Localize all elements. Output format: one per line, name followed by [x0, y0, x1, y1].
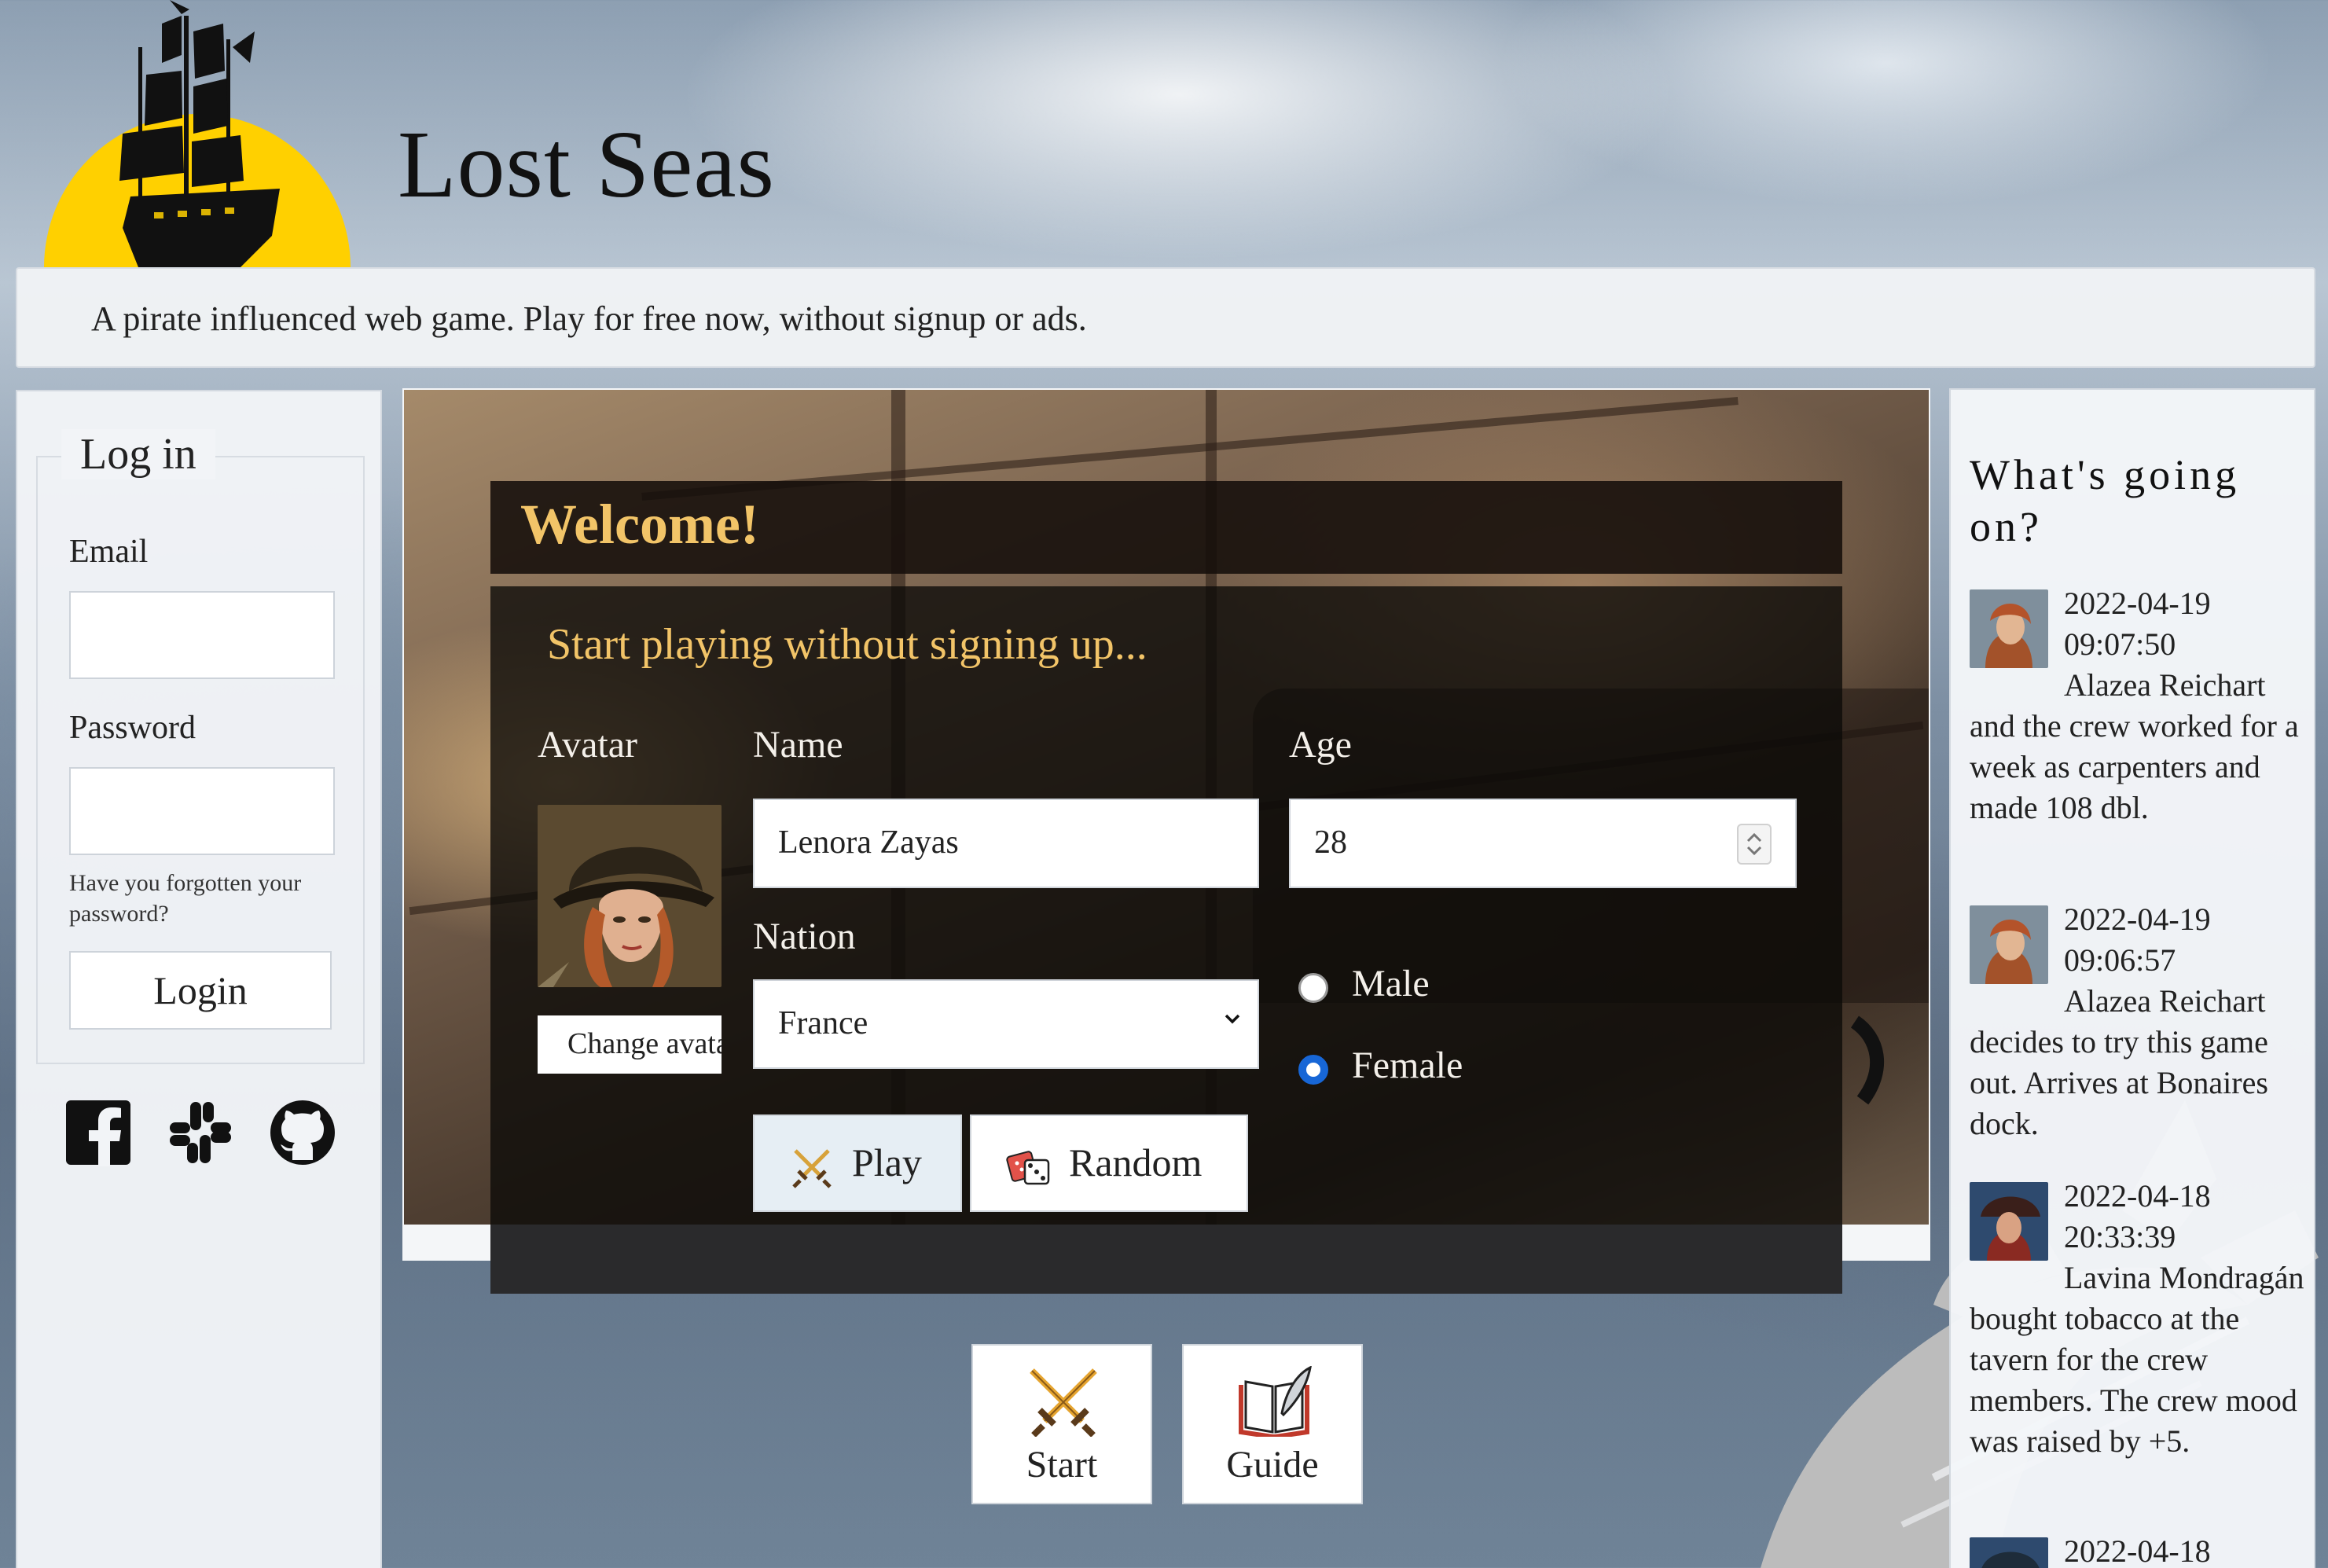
start-button[interactable]: Start — [971, 1344, 1152, 1504]
password-label: Password — [69, 710, 196, 746]
gender-male-label[interactable]: Male — [1352, 962, 1430, 1005]
gender-female-label[interactable]: Female — [1352, 1044, 1463, 1087]
news-text: Alazea Reichart decides to try this game… — [1970, 983, 2268, 1141]
play-button[interactable]: Play — [753, 1114, 962, 1212]
age-label: Age — [1289, 724, 1352, 766]
tagline: A pirate influenced web game. Play for f… — [91, 299, 1087, 338]
news-avatar — [1970, 1182, 2048, 1261]
avatar-image[interactable] — [538, 805, 722, 987]
login-panel: Log in Email Password Have you forgotten… — [16, 390, 382, 1568]
random-label: Random — [1069, 1140, 1203, 1184]
nation-label: Nation — [753, 916, 856, 957]
login-legend: Log in — [61, 429, 215, 479]
facebook-icon[interactable] — [64, 1099, 132, 1166]
guide-label: Guide — [1226, 1444, 1319, 1485]
slack-icon[interactable] — [167, 1099, 234, 1166]
nation-value: France — [778, 1005, 868, 1041]
form-heading: Start playing without signing up... — [547, 620, 1147, 669]
random-button[interactable]: Random — [970, 1114, 1248, 1212]
start-label: Start — [1026, 1444, 1098, 1485]
login-form: Log in Email Password Have you forgotten… — [36, 429, 365, 1064]
tagline-bar: A pirate influenced web game. Play for f… — [16, 267, 2315, 368]
age-field[interactable]: 28 — [1289, 799, 1797, 888]
news-item[interactable]: 2022-04-18 — [1970, 1531, 2308, 1568]
crossed-swords-icon — [1030, 1368, 1097, 1437]
news-title: What's going on? — [1970, 451, 2241, 550]
avatar-label: Avatar — [538, 724, 638, 766]
news-text: Lavina Mondragán bought tobacco at the t… — [1970, 1260, 2304, 1459]
welcome-title: Welcome! — [520, 493, 759, 556]
news-item[interactable]: 2022-04-18 20:33:39 Lavina Mondragán bou… — [1970, 1176, 2308, 1462]
email-field[interactable] — [69, 591, 335, 679]
forgot-password-link[interactable]: Have you forgotten your password? — [69, 868, 352, 929]
book-quill-icon — [1239, 1366, 1312, 1437]
site-header: Lost Seas — [0, 0, 2328, 267]
form-footer-bar — [490, 1225, 1842, 1294]
age-value: 28 — [1314, 824, 1347, 861]
quick-start-form: Start playing without signing up... Avat… — [490, 586, 1842, 1294]
news-avatar — [1970, 905, 2048, 984]
login-button[interactable]: Login — [69, 951, 332, 1030]
news-panel: What's going on? 2022-04-19 09:07:50 Ala… — [1949, 388, 2315, 1568]
welcome-banner: Welcome! — [490, 481, 1842, 574]
guide-button[interactable]: Guide — [1182, 1344, 1363, 1504]
name-field[interactable]: Lenora Zayas — [753, 799, 1259, 888]
news-item[interactable]: 2022-04-19 09:06:57 Alazea Reichart deci… — [1970, 899, 2308, 1144]
email-label: Email — [69, 534, 149, 570]
crossed-swords-icon — [792, 1149, 832, 1188]
chevron-down-icon — [1225, 1014, 1240, 1024]
name-label: Name — [753, 724, 843, 766]
password-field[interactable] — [69, 767, 335, 855]
age-spinner-icon[interactable] — [1737, 824, 1772, 865]
news-item[interactable]: 2022-04-19 09:07:50 Alazea Reichart and … — [1970, 583, 2308, 828]
change-avatar-button[interactable]: Change avatar — [538, 1015, 722, 1074]
news-avatar — [1970, 1537, 2048, 1568]
github-icon[interactable] — [269, 1099, 336, 1166]
news-text: Alazea Reichart and the crew worked for … — [1970, 667, 2299, 825]
dice-icon — [1006, 1151, 1050, 1185]
gender-male-radio[interactable] — [1298, 973, 1328, 1003]
news-avatar — [1970, 589, 2048, 668]
pirate-ship-logo[interactable] — [44, 0, 354, 267]
nation-select[interactable]: France — [753, 979, 1259, 1069]
play-label: Play — [852, 1140, 922, 1184]
site-title[interactable]: Lost Seas — [398, 110, 775, 220]
gender-female-radio[interactable] — [1298, 1055, 1328, 1085]
